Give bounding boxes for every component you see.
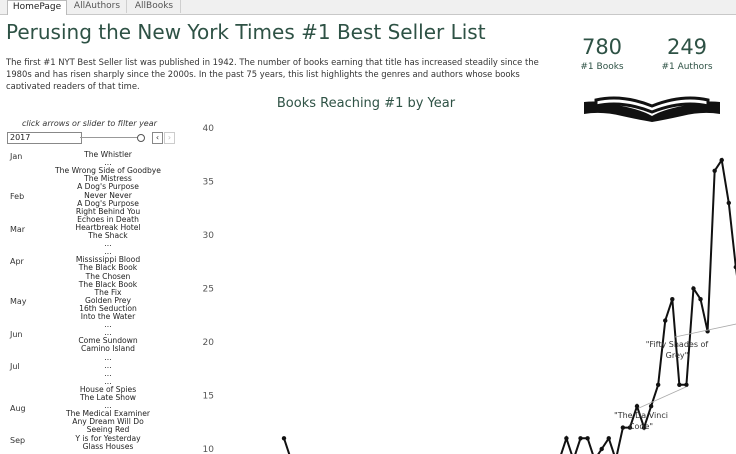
annotation-label: "The Da Vinci bbox=[614, 411, 668, 420]
data-point[interactable] bbox=[691, 286, 696, 291]
data-point[interactable] bbox=[663, 318, 668, 323]
data-point[interactable] bbox=[719, 157, 724, 163]
data-point[interactable] bbox=[564, 436, 569, 441]
data-point[interactable] bbox=[281, 436, 287, 441]
data-point[interactable] bbox=[585, 436, 590, 441]
y-tick-label: 25 bbox=[203, 285, 214, 295]
data-point[interactable] bbox=[670, 297, 675, 302]
data-point[interactable] bbox=[698, 297, 703, 302]
data-point[interactable] bbox=[634, 404, 640, 409]
y-tick-label: 10 bbox=[203, 445, 215, 454]
data-point[interactable] bbox=[655, 382, 661, 387]
data-point[interactable] bbox=[599, 446, 604, 452]
annotation-leader bbox=[638, 386, 687, 409]
series-line bbox=[283, 157, 736, 454]
annotation-label: "Fifty Shades of bbox=[646, 340, 709, 349]
data-point[interactable] bbox=[726, 200, 731, 206]
data-point[interactable] bbox=[712, 168, 717, 173]
data-point[interactable] bbox=[620, 425, 626, 430]
data-point[interactable] bbox=[648, 404, 654, 409]
data-point[interactable] bbox=[677, 382, 682, 387]
annotation-label: Grey" bbox=[666, 351, 689, 360]
data-point[interactable] bbox=[684, 382, 689, 387]
books-by-year-chart: 10 15 20 25 30 35 40 "Fifty Shades of Grey" "The … bbox=[203, 124, 736, 454]
y-tick-label: 35 bbox=[203, 178, 214, 188]
y-tick-label: 30 bbox=[203, 231, 215, 241]
y-tick-label: 40 bbox=[203, 124, 215, 134]
data-point[interactable] bbox=[578, 436, 583, 441]
y-tick-label: 20 bbox=[203, 338, 215, 348]
data-point[interactable] bbox=[606, 436, 611, 441]
y-tick-label: 15 bbox=[203, 392, 214, 402]
annotation-label: Code" bbox=[629, 422, 653, 431]
